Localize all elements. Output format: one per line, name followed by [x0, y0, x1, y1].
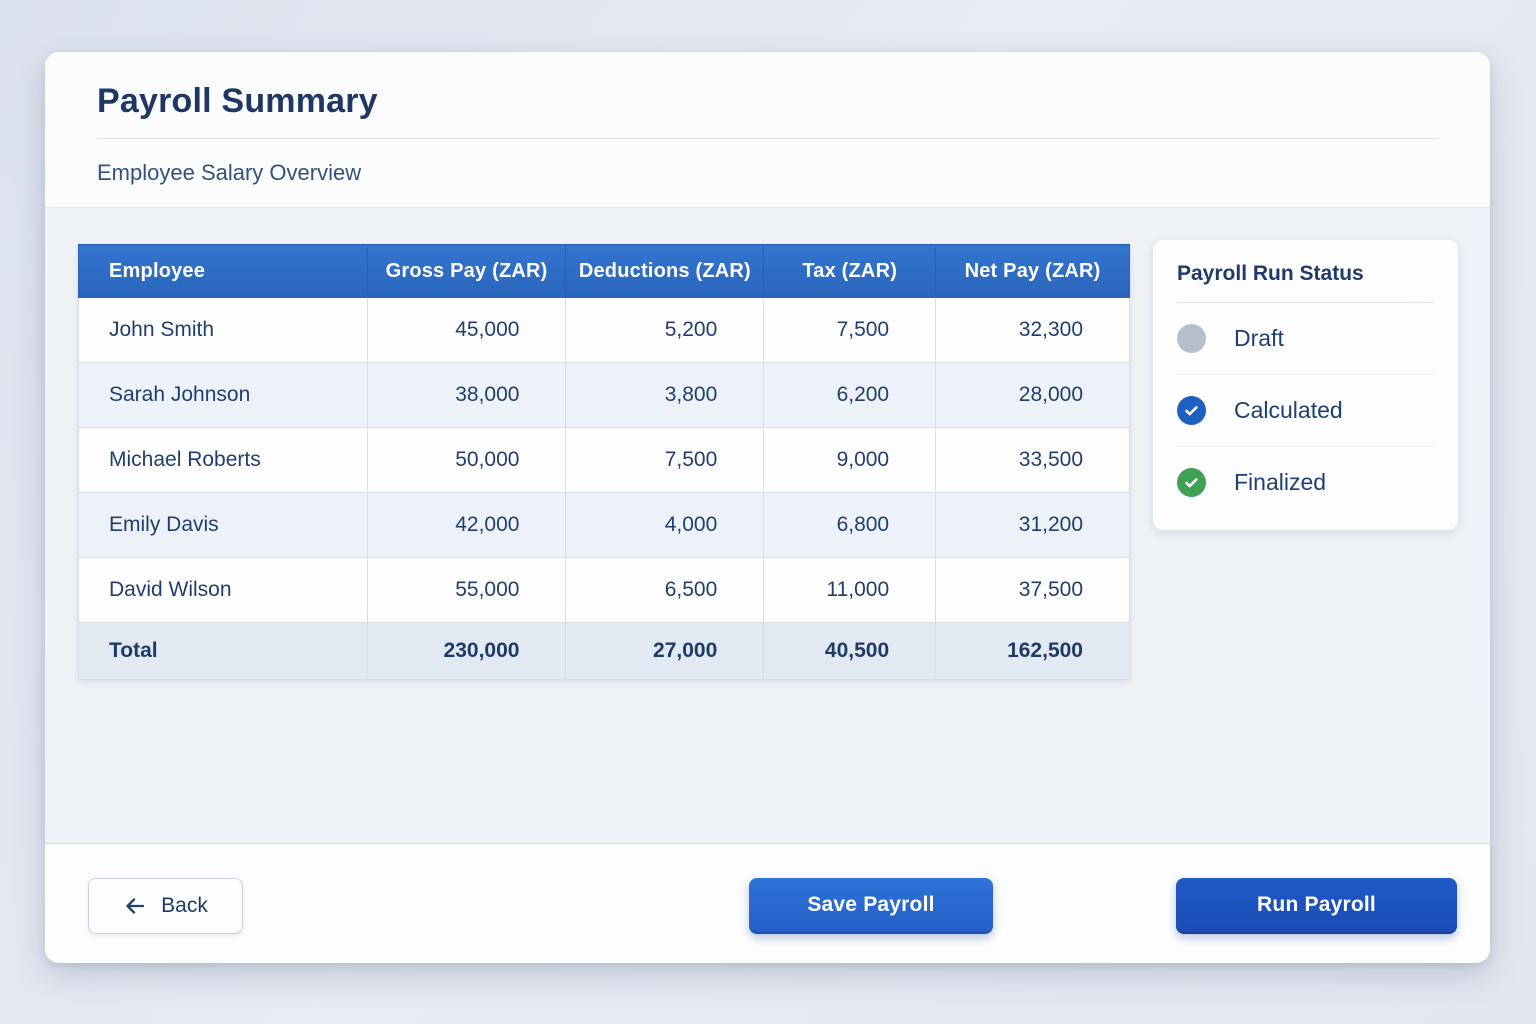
payroll-run-status-panel: Payroll Run Status Draft Calculated Fina…: [1153, 240, 1458, 530]
payroll-app: { "page": { "title": "Payroll Summary", …: [0, 0, 1536, 1024]
gross-pay: 55,000: [367, 558, 566, 623]
status-label: Finalized: [1234, 469, 1326, 496]
status-item-calculated: Calculated: [1177, 375, 1434, 447]
back-button-label: Back: [161, 894, 208, 918]
employee-name: David Wilson: [79, 558, 368, 623]
table-header-row: Employee Gross Pay (ZAR) Deductions (ZAR…: [79, 245, 1130, 298]
total-tax: 40,500: [764, 623, 936, 680]
title-divider: [97, 138, 1438, 139]
finalized-check-icon: [1177, 468, 1206, 497]
gross-pay: 42,000: [367, 493, 566, 558]
column-header-deductions: Deductions (ZAR): [566, 245, 764, 298]
net-pay: 28,000: [936, 363, 1130, 428]
arrow-left-icon: [123, 894, 147, 918]
save-payroll-button[interactable]: Save Payroll: [749, 878, 993, 934]
total-deductions: 27,000: [566, 623, 764, 680]
run-payroll-button[interactable]: Run Payroll: [1176, 878, 1457, 934]
save-payroll-label: Save Payroll: [807, 893, 934, 917]
tax: 7,500: [764, 298, 936, 363]
deductions: 7,500: [566, 428, 764, 493]
table-row: David Wilson 55,000 6,500 11,000 37,500: [79, 558, 1130, 623]
deductions: 5,200: [566, 298, 764, 363]
employee-name: John Smith: [79, 298, 368, 363]
net-pay: 32,300: [936, 298, 1130, 363]
draft-circle-icon: [1177, 324, 1206, 353]
tax: 11,000: [764, 558, 936, 623]
table-row: Sarah Johnson 38,000 3,800 6,200 28,000: [79, 363, 1130, 428]
gross-pay: 50,000: [367, 428, 566, 493]
back-button[interactable]: Back: [88, 878, 243, 934]
gross-pay: 45,000: [367, 298, 566, 363]
deductions: 6,500: [566, 558, 764, 623]
total-gross: 230,000: [367, 623, 566, 680]
column-header-tax: Tax (ZAR): [764, 245, 936, 298]
status-item-finalized: Finalized: [1177, 447, 1434, 518]
tax: 6,200: [764, 363, 936, 428]
table-row: Emily Davis 42,000 4,000 6,800 31,200: [79, 493, 1130, 558]
deductions: 4,000: [566, 493, 764, 558]
card-footer: Back Save Payroll Run Payroll: [45, 843, 1490, 963]
net-pay: 31,200: [936, 493, 1130, 558]
employee-name: Michael Roberts: [79, 428, 368, 493]
employee-name: Emily Davis: [79, 493, 368, 558]
page-title: Payroll Summary: [97, 82, 1438, 121]
employee-name: Sarah Johnson: [79, 363, 368, 428]
net-pay: 37,500: [936, 558, 1130, 623]
table-total-row: Total 230,000 27,000 40,500 162,500: [79, 623, 1130, 680]
net-pay: 33,500: [936, 428, 1130, 493]
column-header-gross-pay: Gross Pay (ZAR): [367, 245, 566, 298]
status-item-draft: Draft: [1177, 303, 1434, 375]
status-label: Draft: [1234, 325, 1284, 352]
total-label: Total: [79, 623, 368, 680]
run-payroll-label: Run Payroll: [1257, 893, 1376, 917]
table-row: John Smith 45,000 5,200 7,500 32,300: [79, 298, 1130, 363]
column-header-net-pay: Net Pay (ZAR): [936, 245, 1130, 298]
status-label: Calculated: [1234, 397, 1343, 424]
card-header: Payroll Summary Employee Salary Overview: [45, 52, 1490, 207]
payroll-table: Employee Gross Pay (ZAR) Deductions (ZAR…: [78, 244, 1130, 680]
column-header-employee: Employee: [79, 245, 368, 298]
tax: 6,800: [764, 493, 936, 558]
status-panel-title: Payroll Run Status: [1177, 262, 1434, 303]
table-row: Michael Roberts 50,000 7,500 9,000 33,50…: [79, 428, 1130, 493]
page-subtitle: Employee Salary Overview: [97, 160, 1438, 186]
card-content: Employee Gross Pay (ZAR) Deductions (ZAR…: [45, 207, 1490, 843]
payroll-summary-card: Payroll Summary Employee Salary Overview…: [45, 52, 1490, 963]
gross-pay: 38,000: [367, 363, 566, 428]
calculated-check-icon: [1177, 396, 1206, 425]
total-net: 162,500: [936, 623, 1130, 680]
deductions: 3,800: [566, 363, 764, 428]
tax: 9,000: [764, 428, 936, 493]
